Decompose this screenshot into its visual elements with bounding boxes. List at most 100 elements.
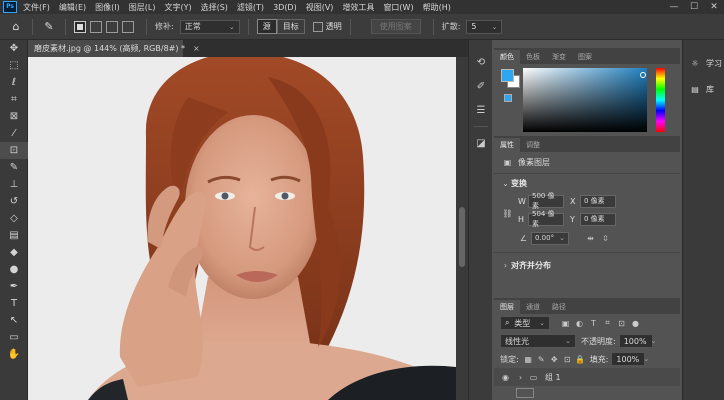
chevron-right-icon[interactable]: › — [515, 372, 526, 383]
filter-toggle-icon[interactable]: ● — [630, 318, 641, 329]
lock-paint-icon[interactable]: ✎ — [536, 354, 547, 365]
menu-view[interactable]: 视图(V) — [306, 2, 334, 13]
scrollbar-thumb[interactable] — [459, 207, 465, 267]
canvas-area[interactable] — [28, 57, 456, 400]
tab-patterns[interactable]: 图案 — [572, 50, 598, 64]
tab-adjustments[interactable]: 调整 — [520, 138, 546, 152]
filter-pixel-icon[interactable]: ▣ — [560, 318, 571, 329]
spectrum-marker[interactable] — [640, 72, 646, 78]
lock-artboard-icon[interactable]: ⊡ — [562, 354, 573, 365]
filter-smart-icon[interactable]: ⊡ — [616, 318, 627, 329]
transform-header[interactable]: ⌄ 变换 — [494, 174, 680, 192]
path-select-icon[interactable]: ↖ — [0, 312, 28, 329]
gradient-icon[interactable]: ▤ — [0, 227, 28, 244]
angle-input[interactable]: 0.00° ⌄ — [531, 231, 569, 245]
fill-input[interactable]: 100% ⌄ — [611, 352, 649, 366]
eraser-icon[interactable]: ◇ — [0, 210, 28, 227]
collapse-grip[interactable] — [469, 40, 492, 50]
menu-select[interactable]: 选择(S) — [201, 2, 228, 13]
swatch-toggle-icon[interactable]: ◪ — [469, 131, 493, 155]
close-icon[interactable]: × — [193, 44, 200, 53]
rail-item-learn[interactable]: ☼ 学习 — [683, 50, 724, 76]
document-tab[interactable]: 磨皮素材.jpg @ 144% (高频, RGB/8#) * × — [28, 40, 200, 57]
subtract-selection-button[interactable] — [106, 20, 118, 33]
lasso-icon[interactable]: ℓ — [0, 74, 28, 91]
menu-window[interactable]: 窗口(W) — [383, 2, 413, 13]
blend-mode-select[interactable]: 线性光 ⌄ — [500, 334, 576, 348]
blur-icon[interactable]: ◆ — [0, 244, 28, 261]
adjustments-icon[interactable]: ☰ — [469, 98, 493, 122]
patch-tool-preset-icon[interactable]: ✎ — [41, 19, 57, 35]
history-icon[interactable]: ⟲ — [469, 50, 493, 74]
maximize-button[interactable]: ☐ — [684, 2, 704, 12]
filter-adjustment-icon[interactable]: ◐ — [574, 318, 585, 329]
x-input[interactable]: 0 像素 — [580, 194, 616, 208]
collapse-grip[interactable] — [683, 40, 724, 50]
filter-type-icon[interactable]: T — [588, 318, 599, 329]
flip-horizontal-icon[interactable]: ⇹ — [585, 233, 596, 244]
close-button[interactable]: ✕ — [704, 2, 724, 12]
foreground-color-swatch[interactable] — [501, 69, 514, 82]
new-selection-button[interactable] — [74, 20, 86, 33]
tab-properties[interactable]: 属性 — [494, 138, 520, 152]
brush-icon[interactable]: ✎ — [0, 159, 28, 176]
menu-file[interactable]: 文件(F) — [23, 2, 50, 13]
menu-help[interactable]: 帮助(H) — [423, 2, 451, 13]
intersect-selection-button[interactable] — [122, 20, 134, 33]
add-selection-button[interactable] — [90, 20, 102, 33]
color-spectrum[interactable] — [523, 68, 647, 132]
width-input[interactable]: 500 像素 — [528, 192, 564, 210]
tab-swatches[interactable]: 色板 — [520, 50, 546, 64]
move-icon[interactable]: ✥ — [0, 40, 28, 57]
hue-slider[interactable] — [656, 68, 665, 132]
opacity-input[interactable]: 100% ⌄ — [618, 334, 656, 348]
eye-icon[interactable]: ◉ — [500, 372, 511, 383]
menu-edit[interactable]: 编辑(E) — [59, 2, 86, 13]
home-icon[interactable]: ⌂ — [8, 19, 24, 35]
layer-row[interactable]: ◉ › ▭ 组 1 — [494, 368, 680, 386]
pen-icon[interactable]: ✒ — [0, 278, 28, 295]
patch-mode-select[interactable]: 正常 ⌄ — [179, 19, 240, 34]
diffusion-select[interactable]: 5 ⌄ — [466, 19, 503, 34]
web-safe-swatch[interactable] — [504, 94, 512, 102]
menu-filter[interactable]: 滤镜(T) — [237, 2, 264, 13]
link-icon[interactable]: ⛓ — [502, 208, 513, 219]
source-button[interactable]: 源 — [256, 19, 277, 34]
menu-image[interactable]: 图像(I) — [95, 2, 120, 13]
align-header[interactable]: › 对齐并分布 — [494, 257, 680, 273]
history-brush-icon[interactable]: ↺ — [0, 193, 28, 210]
lock-transparent-icon[interactable]: ▦ — [523, 354, 534, 365]
menu-plugins[interactable]: 增效工具 — [342, 2, 374, 13]
lock-move-icon[interactable]: ✥ — [549, 354, 560, 365]
crop-icon[interactable]: ⌗ — [0, 91, 28, 108]
tab-paths[interactable]: 路径 — [546, 300, 572, 314]
destination-button[interactable]: 目标 — [276, 19, 305, 34]
tab-color[interactable]: 颜色 — [494, 50, 520, 64]
patch-icon[interactable]: ⊡ — [0, 142, 28, 159]
hand-icon[interactable]: ✋ — [0, 346, 28, 363]
dodge-icon[interactable]: ● — [0, 261, 28, 278]
brush-settings-icon[interactable]: ✐ — [469, 74, 493, 98]
menu-type[interactable]: 文字(Y) — [164, 2, 191, 13]
tab-channels[interactable]: 通道 — [520, 300, 546, 314]
y-input[interactable]: 0 像素 — [580, 212, 616, 226]
tab-layers[interactable]: 图层 — [494, 300, 520, 314]
frame-icon[interactable]: ⊠ — [0, 108, 28, 125]
eyedropper-icon[interactable]: ⁄ — [0, 125, 28, 142]
transparent-checkbox[interactable] — [312, 21, 323, 32]
minimize-button[interactable]: — — [664, 2, 684, 12]
menu-3d[interactable]: 3D(D) — [273, 3, 297, 12]
height-input[interactable]: 504 像素 — [528, 210, 564, 228]
stamp-icon[interactable]: ⊥ — [0, 176, 28, 193]
flip-vertical-icon[interactable]: ⇳ — [600, 233, 611, 244]
vertical-scrollbar[interactable] — [456, 57, 468, 400]
layer-row[interactable] — [494, 386, 680, 400]
use-pattern-button[interactable]: 使用图案 — [370, 19, 421, 34]
type-icon[interactable]: T — [0, 295, 28, 312]
filter-shape-icon[interactable]: ⌗ — [602, 318, 613, 329]
tab-gradients[interactable]: 渐变 — [546, 50, 572, 64]
shape-icon[interactable]: ▭ — [0, 329, 28, 346]
layer-filter-select[interactable]: ⌕ 类型 ⌄ — [500, 316, 550, 330]
menu-layer[interactable]: 图层(L) — [129, 2, 156, 13]
rail-item-library[interactable]: ▤ 库 — [683, 76, 724, 102]
